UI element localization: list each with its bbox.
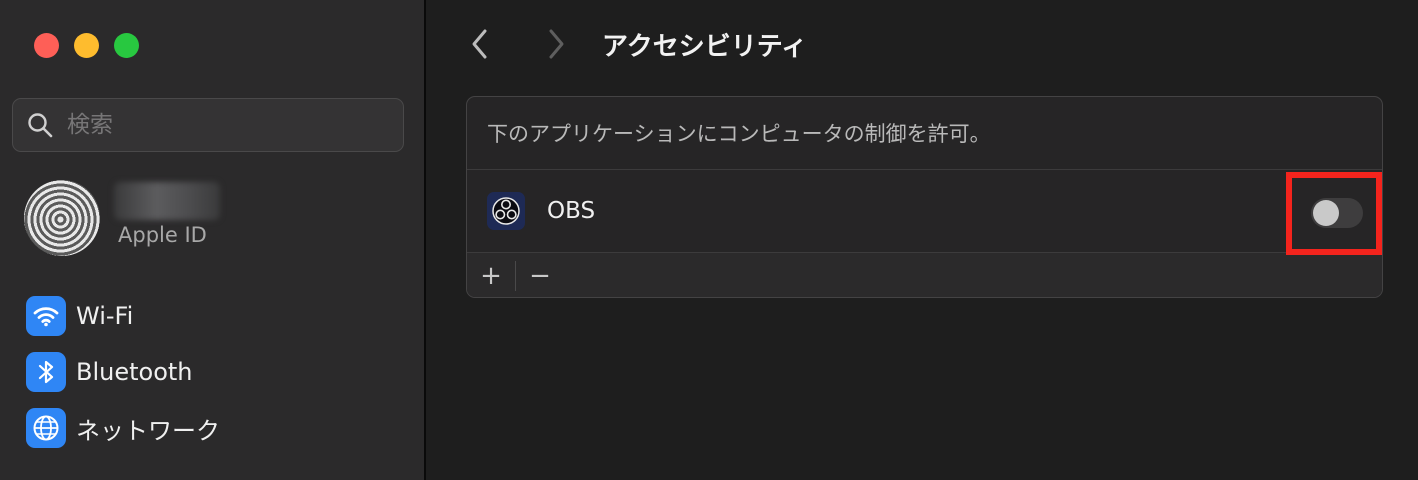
sidebar-item-label: ネットワーク: [76, 416, 220, 445]
back-button[interactable]: [466, 26, 494, 62]
highlight-box: [1286, 172, 1382, 255]
page-title: アクセシビリティ: [602, 31, 808, 62]
window-controls: [34, 33, 139, 58]
wifi-icon: [26, 296, 66, 336]
sidebar: Apple ID Wi-Fi Bluetooth: [0, 0, 426, 480]
sidebar-nav: Wi-Fi Bluetooth ネットワーク: [26, 296, 220, 464]
search-icon: [28, 113, 53, 138]
add-app-button[interactable]: +: [467, 261, 515, 291]
account-name-redacted: [114, 182, 220, 220]
account-subtitle: Apple ID: [118, 223, 207, 247]
panel-description: 下のアプリケーションにコンピュータの制御を許可。: [467, 97, 1382, 170]
maximize-window-button[interactable]: [114, 33, 139, 58]
sidebar-item-label: Wi-Fi: [76, 302, 134, 330]
search-field[interactable]: [12, 98, 404, 152]
avatar: [24, 180, 100, 256]
minimize-window-button[interactable]: [74, 33, 99, 58]
accessibility-apps-panel: 下のアプリケーションにコンピュータの制御を許可。 OBS + −: [466, 96, 1383, 298]
search-input[interactable]: [65, 111, 369, 139]
sidebar-item-label: Bluetooth: [76, 358, 193, 386]
apple-id-account[interactable]: Apple ID: [24, 178, 404, 258]
forward-button[interactable]: [542, 26, 570, 62]
panel-footer: + −: [467, 253, 1382, 297]
remove-app-button[interactable]: −: [516, 261, 564, 291]
bluetooth-icon: [26, 352, 66, 392]
sidebar-item-bluetooth[interactable]: Bluetooth: [26, 352, 220, 392]
toolbar: アクセシビリティ: [466, 24, 807, 64]
list-item: OBS: [467, 170, 1382, 253]
chevron-right-icon: [549, 29, 564, 59]
close-window-button[interactable]: [34, 33, 59, 58]
globe-icon: [26, 408, 66, 448]
obs-icon: [487, 192, 525, 230]
sidebar-item-wifi[interactable]: Wi-Fi: [26, 296, 220, 336]
app-name: OBS: [547, 198, 596, 224]
chevron-left-icon: [472, 29, 487, 59]
sidebar-item-network[interactable]: ネットワーク: [26, 408, 220, 448]
